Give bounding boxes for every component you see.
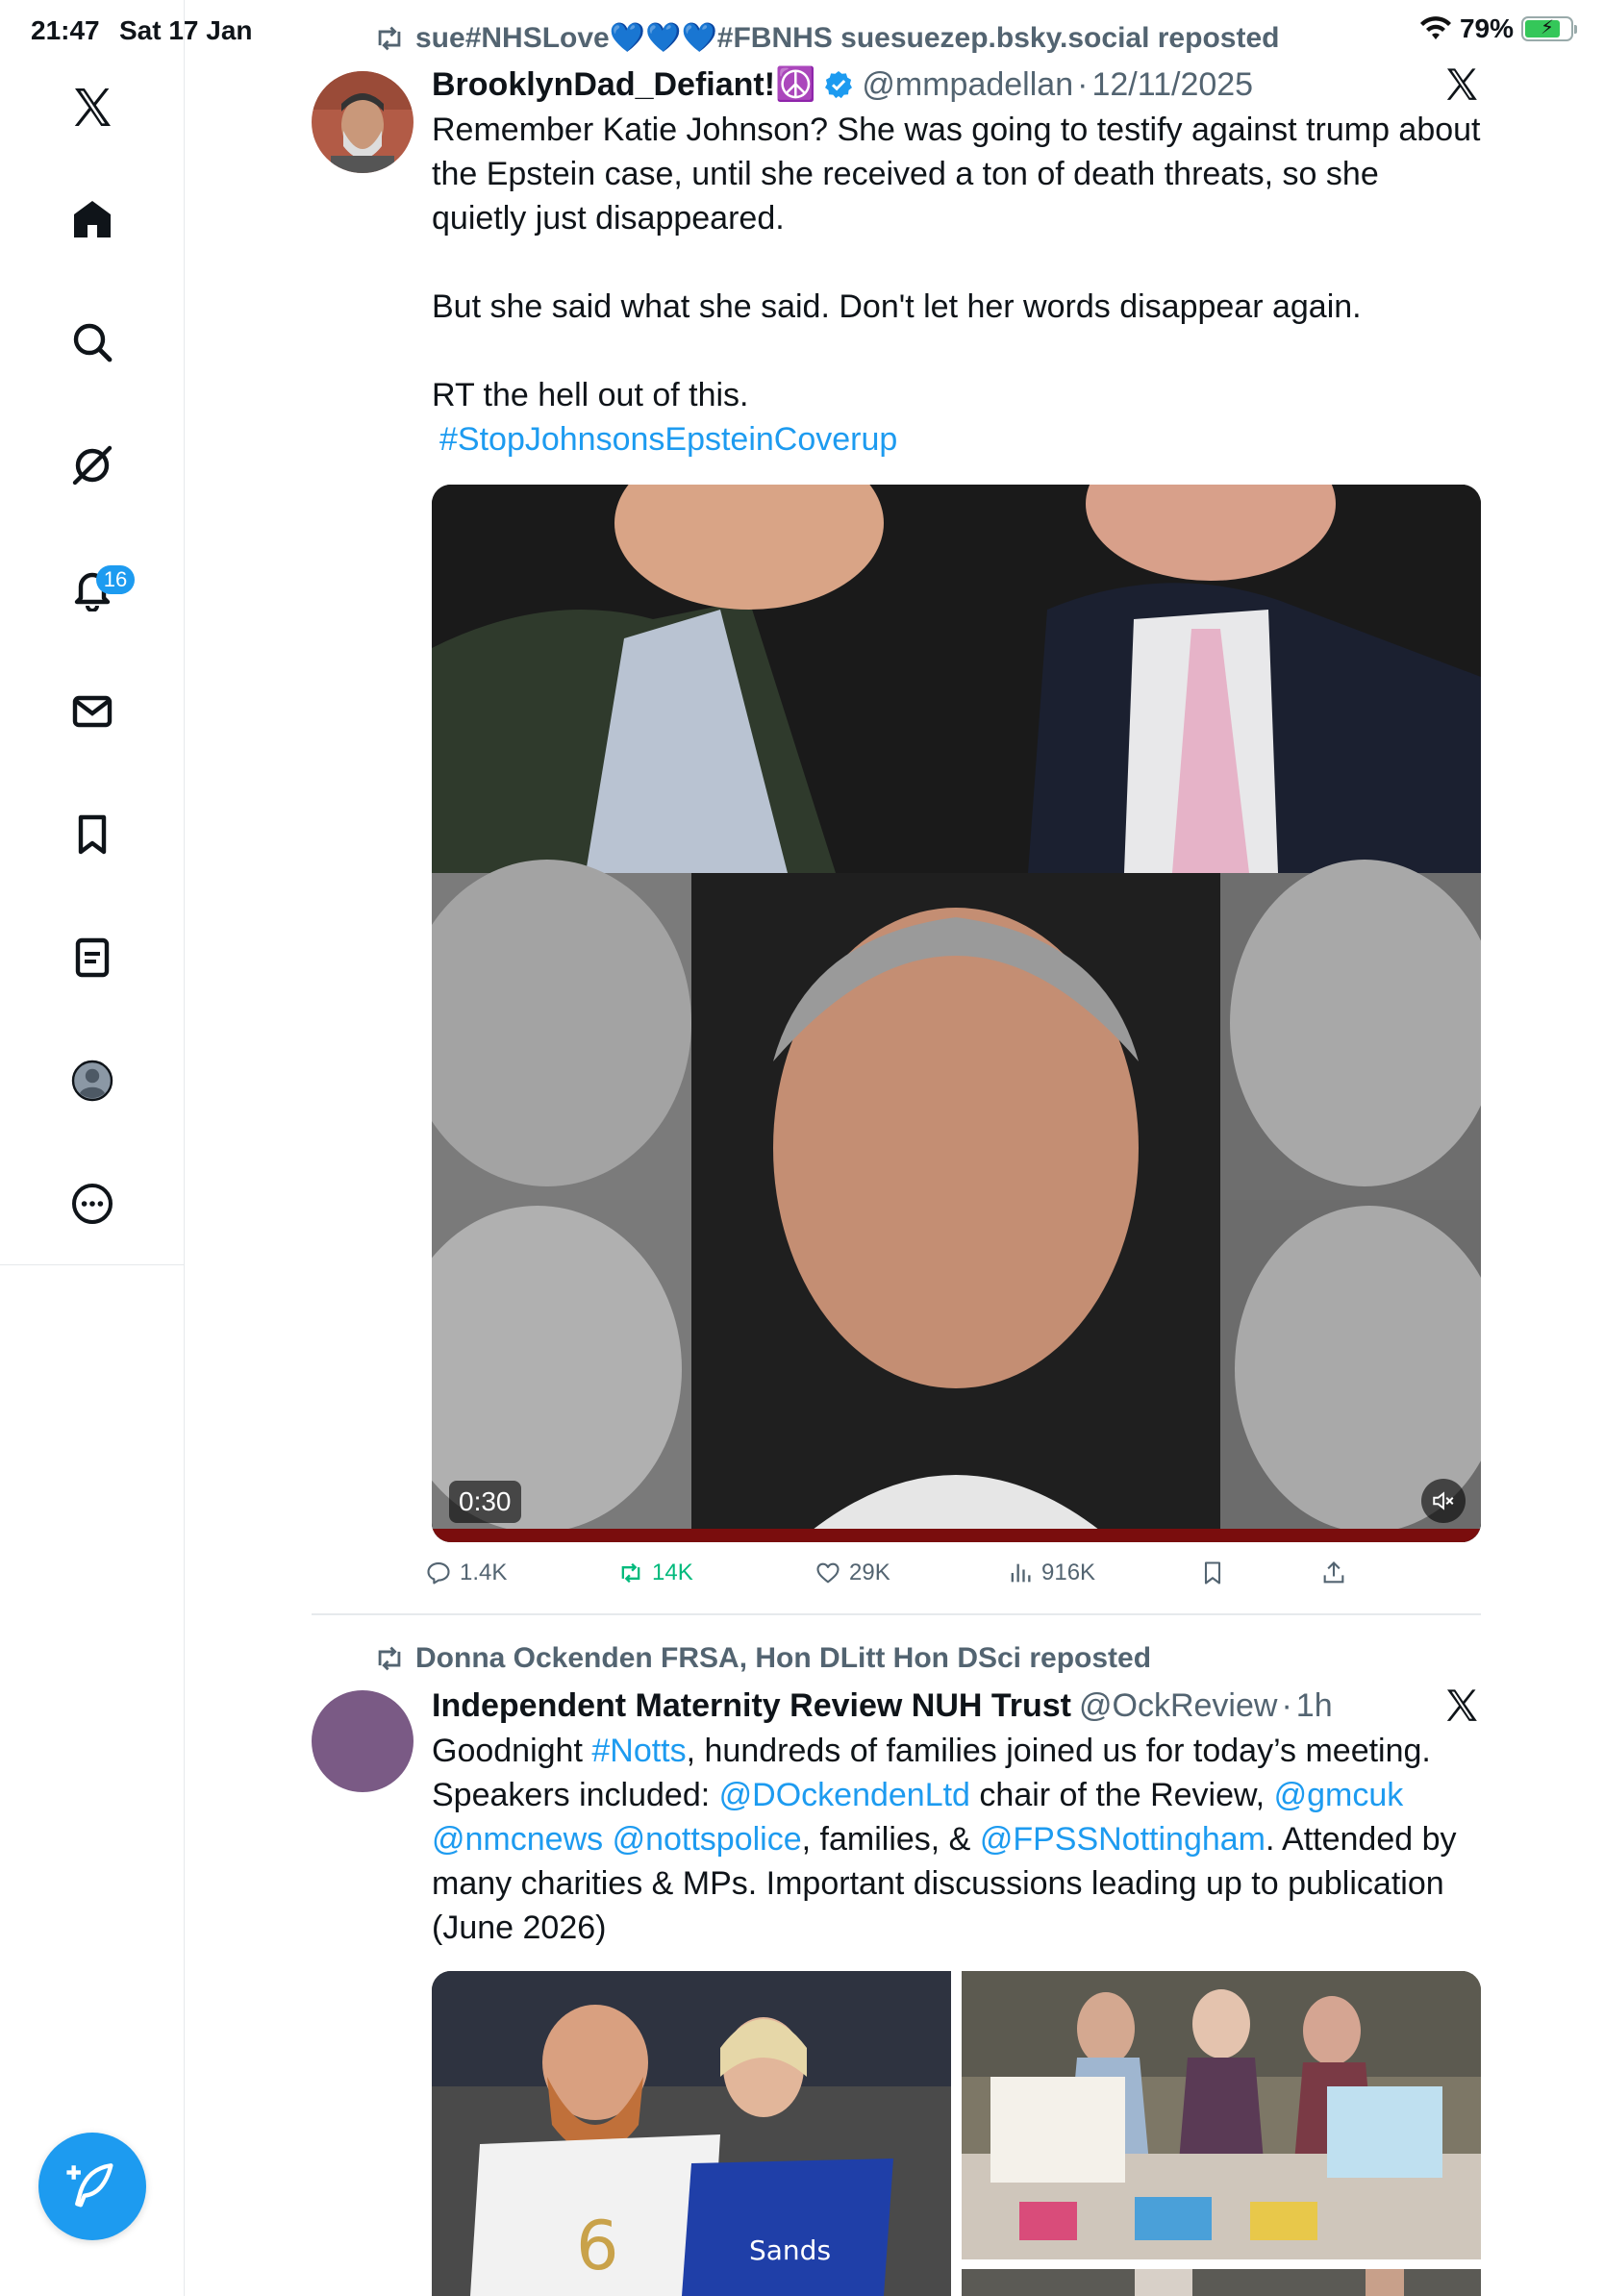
mention-link[interactable]: @DOckendenLtd — [719, 1777, 970, 1813]
post-text-line — [432, 240, 1481, 285]
share-icon — [1323, 1561, 1344, 1584]
post-text-line: But she said what she said. Don't let he… — [432, 288, 1362, 325]
verified-badge-icon — [825, 71, 853, 99]
video-duration: 0:30 — [449, 1481, 521, 1523]
search-icon[interactable] — [54, 304, 131, 381]
views-count: 916K — [1041, 1560, 1096, 1585]
bookmark-button[interactable] — [1199, 1560, 1320, 1586]
like-count: 29K — [849, 1560, 890, 1585]
post-header: Independent Maternity Review NUH Trust @… — [432, 1685, 1481, 1727]
views-button[interactable]: 916K — [1007, 1560, 1199, 1586]
bookmarks-icon[interactable] — [54, 796, 131, 873]
repost-label: sue#NHSLove💙💙💙#FBNHS suesuezep.bsky.soci… — [415, 22, 1280, 54]
photo-3[interactable] — [962, 2269, 1481, 2296]
mention-link[interactable]: @FPSSNottingham — [980, 1821, 1266, 1858]
photo-image — [962, 1971, 1481, 2259]
repost-indicator: sue#NHSLove💙💙💙#FBNHS suesuezep.bsky.soci… — [373, 21, 1279, 55]
more-icon[interactable] — [54, 1165, 131, 1242]
hashtag-link[interactable]: #Notts — [591, 1733, 686, 1769]
photo-2[interactable] — [962, 1971, 1481, 2259]
notification-badge: 16 — [96, 565, 135, 594]
author-name[interactable]: Independent Maternity Review NUH Trust — [432, 1685, 1071, 1727]
mention-link[interactable]: @gmcuk — [1274, 1777, 1404, 1813]
post-text: Remember Katie Johnson? She was going to… — [432, 108, 1481, 462]
video-player[interactable]: 0:30 — [432, 485, 1481, 1542]
repost-icon — [621, 1562, 640, 1584]
post-text: Goodnight #Notts, hundreds of families j… — [432, 1729, 1481, 1950]
photo-image: 6 Sands — [432, 1971, 951, 2296]
mention-link[interactable]: @nmcnews — [432, 1821, 603, 1858]
repost-count: 14K — [652, 1560, 693, 1585]
profile-icon[interactable] — [54, 1042, 131, 1119]
reply-icon — [427, 1562, 450, 1585]
timeline: sue#NHSLove💙💙💙#FBNHS suesuezep.bsky.soci… — [185, 0, 1604, 2296]
author-handle[interactable]: @OckReview — [1079, 1685, 1277, 1727]
mention-link[interactable]: @nottspolice — [613, 1821, 802, 1858]
bookmark-icon — [1204, 1561, 1221, 1585]
x-source-icon — [1446, 68, 1477, 100]
x-logo-icon[interactable] — [54, 69, 131, 146]
post[interactable]: Donna Ockenden FRSA, Hon DLitt Hon DSci … — [312, 1635, 1481, 2296]
separator-dot: · — [1281, 1687, 1292, 1724]
sidebar-divider — [0, 1264, 185, 1265]
post-time[interactable]: 12/11/2025 — [1091, 63, 1253, 106]
like-button[interactable]: 29K — [815, 1560, 1007, 1586]
post-text-line: Remember Katie Johnson? She was going to… — [432, 112, 1481, 237]
post-text-line: RT the hell out of this. — [432, 377, 749, 413]
post-content: BrooklynDad_Defiant!☮️ @mmpadellan · 12/… — [432, 63, 1481, 462]
share-button[interactable] — [1320, 1560, 1347, 1586]
home-icon[interactable] — [54, 181, 131, 258]
repost-indicator: Donna Ockenden FRSA, Hon DLitt Hon DSci … — [373, 1642, 1151, 1675]
compose-icon — [66, 2163, 113, 2208]
mute-button[interactable] — [1421, 1479, 1466, 1523]
post-content: Independent Maternity Review NUH Trust @… — [432, 1685, 1481, 1950]
svg-text:Sands: Sands — [749, 2234, 831, 2266]
author-handle[interactable]: @mmpadellan — [862, 63, 1073, 106]
post-text-line — [432, 329, 1481, 373]
reply-count: 1.4K — [460, 1560, 508, 1585]
post[interactable]: sue#NHSLove💙💙💙#FBNHS suesuezep.bsky.soci… — [312, 0, 1481, 1615]
muted-speaker-icon — [1433, 1491, 1454, 1510]
svg-text:6: 6 — [576, 2207, 619, 2285]
author-name[interactable]: BrooklynDad_Defiant!☮️ — [432, 63, 815, 106]
post-divider — [312, 1613, 1481, 1615]
repost-icon — [378, 26, 401, 50]
text-segment: , families, & — [801, 1821, 980, 1858]
x-source-icon — [1446, 1689, 1477, 1721]
messages-icon[interactable] — [54, 673, 131, 750]
photo-image — [962, 2269, 1481, 2296]
photo-1[interactable]: 6 Sands — [432, 1971, 951, 2296]
video-thumbnail — [432, 485, 1481, 1542]
lists-icon[interactable] — [54, 919, 131, 996]
repost-button[interactable]: 14K — [617, 1560, 815, 1586]
repost-icon — [378, 1646, 401, 1671]
grok-icon[interactable] — [54, 427, 131, 504]
sidebar: 16 — [0, 0, 185, 2296]
post-actions: 1.4K 14K 29K 916K — [425, 1560, 1481, 1586]
text-segment: Goodnight — [432, 1733, 592, 1769]
hashtag-link[interactable]: #StopJohnsonsEpsteinCoverup — [439, 421, 897, 458]
avatar[interactable] — [312, 1690, 414, 1792]
notifications-icon[interactable]: 16 — [54, 550, 135, 627]
separator-dot: · — [1077, 66, 1089, 103]
heart-icon — [816, 1562, 840, 1584]
text-segment: chair of the Review, — [969, 1777, 1274, 1813]
post-header: BrooklynDad_Defiant!☮️ @mmpadellan · 12/… — [432, 63, 1481, 106]
views-icon — [1011, 1563, 1031, 1583]
post-time[interactable]: 1h — [1296, 1685, 1333, 1727]
compose-button[interactable] — [38, 2133, 146, 2240]
avatar[interactable] — [312, 71, 414, 173]
reply-button[interactable]: 1.4K — [425, 1560, 617, 1586]
repost-label: Donna Ockenden FRSA, Hon DLitt Hon DSci … — [415, 1642, 1152, 1674]
